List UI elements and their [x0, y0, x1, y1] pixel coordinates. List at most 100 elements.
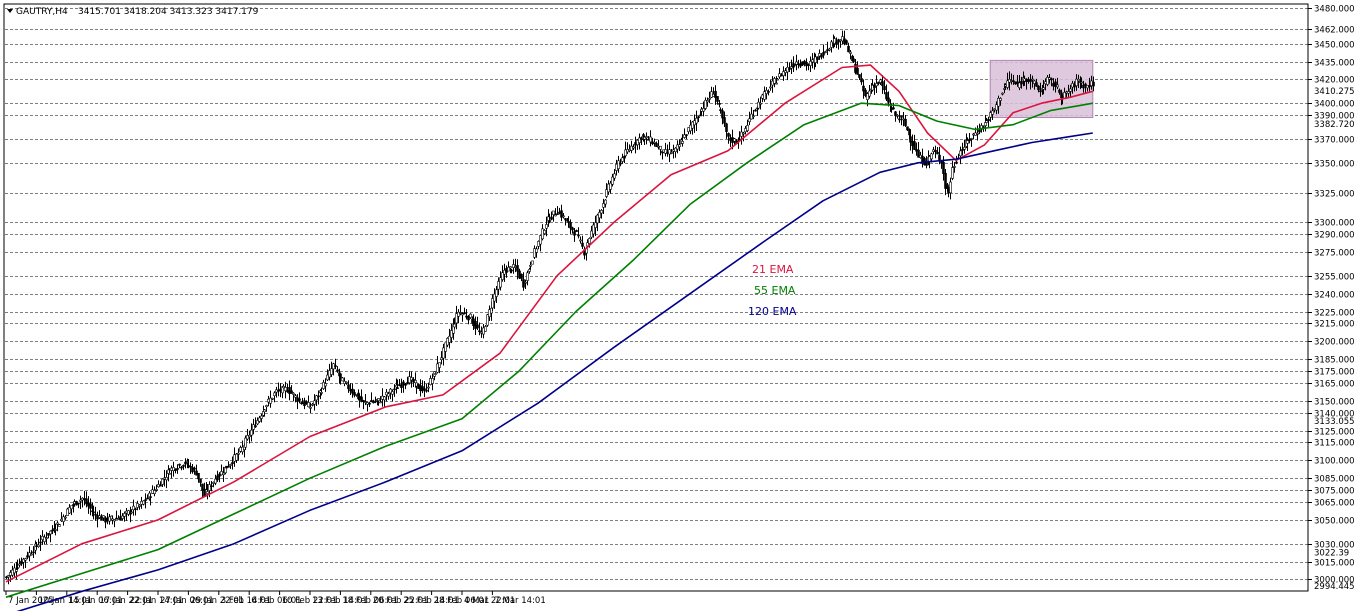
candle-up — [102, 515, 105, 519]
candle-up — [681, 141, 684, 144]
candle-down — [1084, 83, 1087, 86]
candle-up — [708, 97, 711, 100]
candle-up — [383, 396, 386, 401]
candle-up — [54, 529, 57, 531]
candle-up — [769, 86, 772, 89]
candle-down — [573, 231, 576, 236]
candle-up — [545, 224, 548, 229]
candle-up — [495, 289, 498, 297]
y-tick-label: 3125.000 — [1314, 428, 1355, 438]
candle-down — [1025, 78, 1028, 82]
candle-up — [284, 386, 287, 392]
y-tick-label: 3165.000 — [1314, 380, 1355, 390]
candle-down — [938, 154, 941, 161]
candle-up — [959, 150, 962, 157]
candle-down — [516, 265, 519, 272]
candle-down — [1050, 78, 1053, 81]
candle-down — [767, 91, 770, 93]
candle-up — [13, 567, 16, 574]
candle-up — [214, 478, 217, 484]
candle-up — [1069, 88, 1072, 92]
candle-down — [727, 133, 730, 137]
candle-up — [260, 415, 263, 419]
candle-down — [898, 118, 901, 121]
y-extra-label: 2994.445 — [1314, 582, 1355, 592]
candle-down — [856, 67, 859, 75]
candle-down — [144, 499, 147, 502]
candle-down — [852, 58, 855, 63]
candle-up — [153, 490, 156, 494]
candle-up — [391, 391, 394, 395]
candle-down — [581, 242, 584, 247]
price-chart[interactable]: 3480.000 3462.000 3450.000 3435.000 3420.000… — [0, 0, 1362, 615]
candle-down — [820, 55, 823, 58]
candle-up — [1090, 80, 1093, 86]
candle-down — [892, 107, 895, 110]
candle-down — [478, 330, 481, 333]
candle-down — [564, 218, 567, 221]
candle-down — [936, 151, 939, 155]
candle-up — [64, 516, 67, 519]
candle-down — [39, 541, 42, 544]
candle-up — [68, 507, 71, 514]
candle-down — [5, 576, 8, 579]
candle-down — [1061, 95, 1064, 98]
candle-up — [142, 500, 145, 505]
candle-down — [725, 123, 728, 132]
candle-up — [273, 392, 276, 397]
candle-up — [999, 98, 1002, 101]
candle-up — [246, 435, 249, 440]
candle-down — [96, 515, 99, 520]
candle-up — [1063, 92, 1066, 99]
y-tick-label: 3300.000 — [1314, 219, 1355, 229]
candle-up — [341, 377, 344, 382]
candle-up — [265, 405, 268, 408]
candle-down — [317, 395, 320, 398]
candle-down — [1052, 83, 1055, 87]
y-tick-label: 3325.000 — [1314, 190, 1355, 200]
candle-up — [776, 78, 779, 81]
candle-up — [24, 558, 27, 561]
candle-up — [79, 499, 82, 502]
candle-down — [721, 110, 724, 119]
candle-down — [1073, 84, 1076, 88]
candle-down — [182, 465, 185, 467]
chart-canvas[interactable]: 3480.000 3462.000 3450.000 3435.000 3420.000… — [0, 0, 1362, 615]
candle-up — [263, 409, 266, 413]
candle-up — [330, 368, 333, 375]
candle-down — [89, 503, 92, 509]
candle-up — [7, 575, 10, 578]
candle-up — [292, 392, 295, 395]
candle-up — [11, 569, 14, 576]
y-tick-label: 3420.000 — [1314, 76, 1355, 86]
candle-down — [396, 387, 399, 389]
candle-down — [788, 68, 791, 70]
ema-annotation: 21 EMA — [752, 263, 794, 276]
candle-down — [577, 234, 580, 237]
candle-up — [868, 90, 871, 97]
y-tick-label: 3015.000 — [1314, 559, 1355, 569]
candle-up — [244, 437, 247, 448]
y-tick-label: 3075.000 — [1314, 487, 1355, 497]
candle-up — [949, 181, 952, 194]
candle-down — [180, 466, 183, 469]
candle-down — [1020, 80, 1023, 85]
candle-down — [934, 149, 937, 152]
candle-down — [75, 501, 78, 506]
candle-up — [1086, 85, 1089, 89]
candle-down — [197, 472, 200, 480]
candle-down — [216, 475, 219, 481]
candle-up — [58, 524, 61, 527]
candle-down — [334, 365, 337, 367]
candle-up — [235, 453, 238, 461]
candle-up — [645, 136, 648, 138]
candle-up — [140, 501, 143, 505]
candle-down — [134, 508, 137, 511]
candle-up — [208, 484, 211, 491]
candle-down — [210, 485, 213, 488]
candle-up — [138, 504, 141, 507]
candle-down — [404, 383, 407, 386]
candle-up — [37, 544, 40, 547]
candle-down — [189, 465, 192, 468]
candle-down — [227, 465, 230, 468]
